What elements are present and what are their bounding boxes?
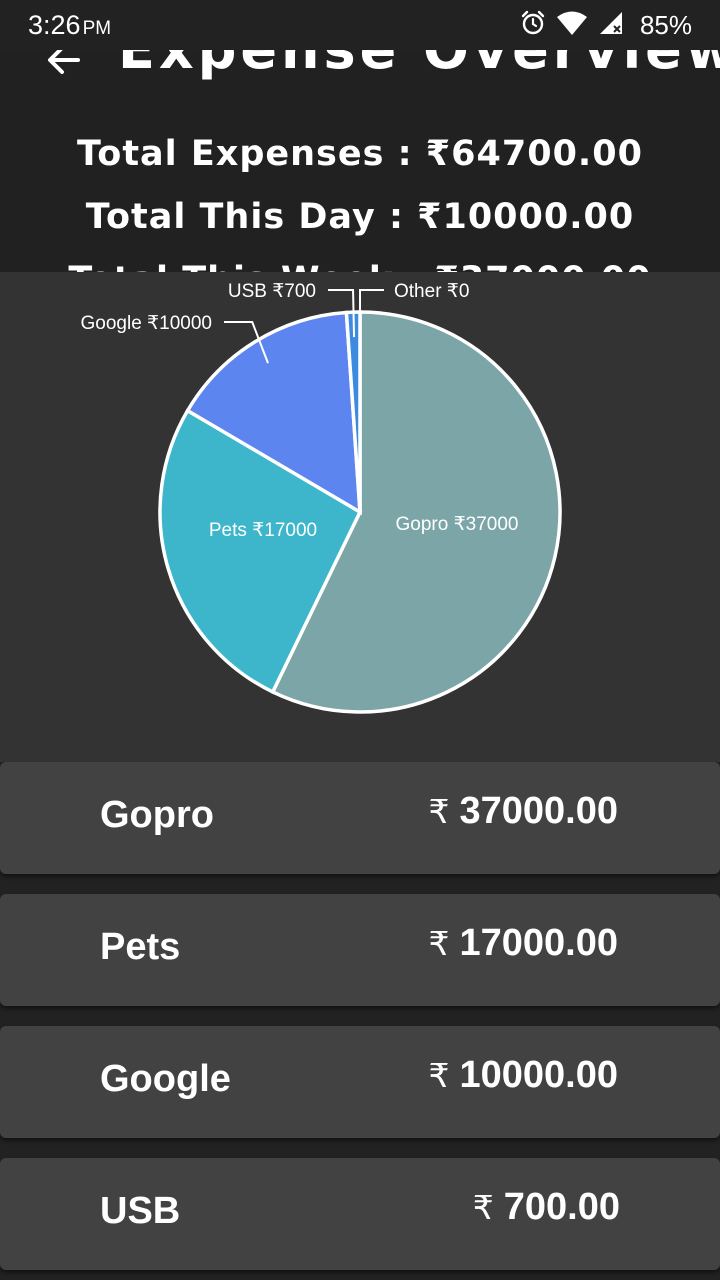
pie-label-other: Other ₹0 — [394, 281, 469, 302]
rupee-icon: ₹ — [428, 1057, 450, 1094]
category-amount: ₹700.00 — [473, 1186, 620, 1229]
status-bar: 3:26 PM 85% — [0, 0, 720, 50]
amount-value: 37000.00 — [459, 790, 619, 832]
status-time-ampm: PM — [82, 17, 112, 39]
alarm-icon — [520, 10, 546, 40]
status-time-value: 3:26 — [28, 9, 81, 40]
pie-label-gopro: Gopro ₹37000 — [395, 514, 518, 535]
category-card-gopro[interactable]: Gopro ₹37000.00 — [0, 762, 720, 874]
category-card-pets[interactable]: Pets ₹17000.00 — [0, 894, 720, 1006]
rupee-icon: ₹ — [472, 1189, 494, 1226]
amount-value: 700.00 — [503, 1186, 620, 1228]
category-name: Google — [100, 1058, 231, 1100]
pie-label-google: Google ₹10000 — [81, 313, 212, 334]
category-amount: ₹10000.00 — [429, 1054, 619, 1097]
total-expenses: Total Expenses : ₹64700.00 — [77, 134, 643, 174]
wifi-icon — [556, 10, 588, 40]
total-this-week: Total This Week : ₹37000.00 — [0, 260, 720, 272]
amount-value: 10000.00 — [459, 1054, 619, 1096]
category-amount: ₹17000.00 — [429, 922, 619, 965]
status-icons: 85% — [520, 10, 692, 41]
status-time: 3:26 PM — [28, 10, 111, 41]
expense-pie-chart: Gopro ₹37000 Pets ₹17000 Google ₹10000 USB … — [0, 272, 720, 762]
category-card-usb[interactable]: USB ₹700.00 — [0, 1158, 720, 1270]
battery-level: 85% — [639, 9, 692, 40]
rupee-icon: ₹ — [428, 925, 450, 962]
category-card-google[interactable]: Google ₹10000.00 — [0, 1026, 720, 1138]
total-this-day: Total This Day : ₹10000.00 — [85, 197, 635, 237]
pie-svg: Gopro ₹37000 Pets ₹17000 Google ₹10000 USB … — [81, 281, 562, 714]
category-amount: ₹37000.00 — [429, 790, 619, 833]
category-name: Pets — [100, 926, 181, 968]
category-name: USB — [100, 1190, 181, 1232]
amount-value: 17000.00 — [459, 922, 619, 964]
rupee-icon: ₹ — [428, 793, 450, 830]
category-name: Gopro — [100, 794, 214, 836]
signal-icon — [598, 10, 624, 40]
pie-label-pets: Pets ₹17000 — [209, 520, 317, 541]
pie-label-usb: USB ₹700 — [228, 281, 316, 302]
